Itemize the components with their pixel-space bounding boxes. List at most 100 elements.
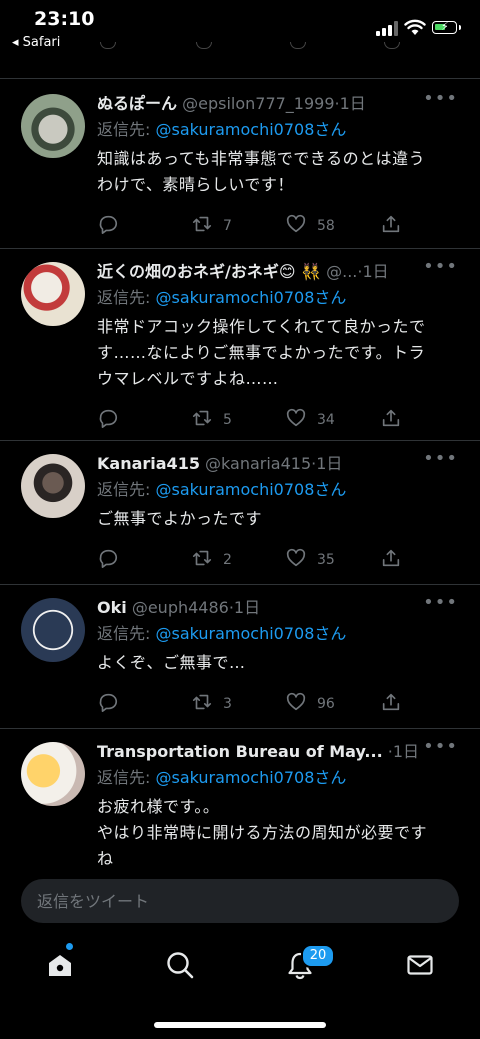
reply-button[interactable] xyxy=(97,406,129,434)
tweet[interactable]: Kanaria415 @kanaria415·1日 ••• 返信先: @saku… xyxy=(0,440,480,585)
wifi-icon xyxy=(404,19,426,35)
retweet-icon xyxy=(191,213,223,239)
retweet-button[interactable]: 3 xyxy=(191,690,232,718)
display-name[interactable]: Transportation Bureau of May... xyxy=(97,742,383,761)
more-icon[interactable]: ••• xyxy=(423,88,458,109)
tweet-age[interactable]: 1日 xyxy=(234,598,260,617)
tweet-text: 非常ドアコック操作してくれてて良かったで す……なによりご無事でよかったです。トラ… xyxy=(97,314,462,392)
reply-to-line: 返信先: @sakuramochi0708さん xyxy=(97,118,346,142)
battery-charging-icon: ⚡ xyxy=(432,20,461,34)
home-indicator[interactable] xyxy=(154,1022,326,1028)
tweet-text-line: よくぞ、ご無事で… xyxy=(97,653,246,672)
notifications-badge: 20 xyxy=(301,944,335,968)
reply-to-line: 返信先: @sakuramochi0708さん xyxy=(97,286,346,310)
reply-to-mention[interactable]: @sakuramochi0708さん xyxy=(155,288,346,307)
more-icon[interactable]: ••• xyxy=(423,592,458,613)
avatar[interactable] xyxy=(21,454,85,518)
tweet-text-line: わけで、素晴らしいです！ xyxy=(97,175,294,194)
reply-button[interactable] xyxy=(97,546,129,574)
tweet-age[interactable]: 1日 xyxy=(340,94,366,113)
retweet-button[interactable]: 5 xyxy=(191,406,232,434)
user-handle[interactable]: @... xyxy=(326,262,357,281)
tweet-header: 近くの畑のおネギ/おネギ😊 👯 @...·1日 xyxy=(97,260,436,284)
tweet-actions: 5 34 xyxy=(97,406,480,434)
share-icon xyxy=(380,407,412,433)
avatar[interactable] xyxy=(21,262,85,326)
reply-to-label: 返信先: xyxy=(97,624,156,643)
reply-to-line: 返信先: @sakuramochi0708さん xyxy=(97,478,346,502)
reply-button[interactable] xyxy=(97,690,129,718)
user-handle[interactable]: @epsilon777_1999 xyxy=(182,94,334,113)
tweet-header: ぬるぽーん @epsilon777_1999·1日 xyxy=(97,92,436,116)
retweet-icon xyxy=(191,547,223,573)
tweet[interactable]: Transportation Bureau of May... ·1日 ••• … xyxy=(0,728,480,878)
tweet-text-line: ご無事でよかったです xyxy=(97,509,263,528)
display-name[interactable]: ぬるぽーん xyxy=(97,94,177,113)
reply-icon xyxy=(97,547,129,573)
user-handle[interactable]: @euph4486 xyxy=(132,598,229,617)
tweet[interactable]: 近くの畑のおネギ/おネギ😊 👯 @...·1日 ••• 返信先: @sakura… xyxy=(0,248,480,441)
retweet-button[interactable]: 2 xyxy=(191,546,232,574)
like-icon xyxy=(285,213,317,239)
tweet-age[interactable]: 1日 xyxy=(393,742,419,761)
like-button[interactable]: 35 xyxy=(285,546,335,574)
reply-to-mention[interactable]: @sakuramochi0708さん xyxy=(155,768,346,787)
tweet-header: Transportation Bureau of May... ·1日 xyxy=(97,740,436,764)
reply-button[interactable] xyxy=(97,212,129,240)
reply-composer[interactable] xyxy=(21,879,459,923)
avatar[interactable] xyxy=(21,94,85,158)
tweet-text: 知識はあっても非常事態でできるのとは違う わけで、素晴らしいです！ xyxy=(97,146,462,198)
like-icon xyxy=(285,547,317,573)
tweet-text-line: お疲れ様です。。 xyxy=(97,797,220,816)
tweet-age[interactable]: 1日 xyxy=(316,454,342,473)
reply-to-mention[interactable]: @sakuramochi0708さん xyxy=(155,480,346,499)
more-icon[interactable]: ••• xyxy=(423,736,458,757)
display-name[interactable]: 近くの畑のおネギ/おネギ😊 👯 xyxy=(97,262,321,281)
display-name[interactable]: Kanaria415 xyxy=(97,454,200,473)
cellular-signal-icon xyxy=(376,21,398,36)
tweet-age[interactable]: 1日 xyxy=(362,262,388,281)
mail-icon xyxy=(407,955,433,975)
share-icon xyxy=(380,691,412,717)
share-button[interactable] xyxy=(380,406,412,434)
share-button[interactable] xyxy=(380,212,412,240)
status-time: 23:10 xyxy=(34,8,95,30)
like-count: 35 xyxy=(317,552,335,568)
avatar[interactable] xyxy=(21,598,85,662)
like-icon xyxy=(285,691,317,717)
retweet-count: 2 xyxy=(223,552,232,568)
more-icon[interactable]: ••• xyxy=(423,448,458,469)
reply-to-mention[interactable]: @sakuramochi0708さん xyxy=(155,120,346,139)
tweet[interactable]: ぬるぽーん @epsilon777_1999·1日 ••• 返信先: @saku… xyxy=(0,78,480,249)
reply-input[interactable] xyxy=(21,879,459,923)
display-name[interactable]: Oki xyxy=(97,598,127,617)
tab-home[interactable] xyxy=(40,945,80,985)
tweet-text-line: やはり非常時に開ける方法の周知が必要です xyxy=(97,823,428,842)
share-icon xyxy=(380,547,412,573)
share-button[interactable] xyxy=(380,546,412,574)
reply-icon xyxy=(97,691,129,717)
share-button[interactable] xyxy=(380,690,412,718)
tweet-text-line: ウマレベルですよね…… xyxy=(97,369,279,388)
tweet-header: Oki @euph4486·1日 xyxy=(97,596,436,620)
retweet-button[interactable]: 7 xyxy=(191,212,232,240)
like-button[interactable]: 58 xyxy=(285,212,335,240)
reply-to-label: 返信先: xyxy=(97,480,156,499)
like-button[interactable]: 96 xyxy=(285,690,335,718)
tweet[interactable]: Oki @euph4486·1日 ••• 返信先: @sakuramochi07… xyxy=(0,584,480,729)
avatar[interactable] xyxy=(21,742,85,806)
retweet-icon xyxy=(191,407,223,433)
reply-icon xyxy=(97,407,129,433)
reply-to-mention[interactable]: @sakuramochi0708さん xyxy=(155,624,346,643)
tab-messages[interactable] xyxy=(400,945,440,985)
retweet-count: 5 xyxy=(223,412,232,428)
more-icon[interactable]: ••• xyxy=(423,256,458,277)
like-icon xyxy=(285,407,317,433)
tweet-text-line: ね xyxy=(97,849,114,868)
tweet-text: よくぞ、ご無事で… xyxy=(97,650,462,676)
like-button[interactable]: 34 xyxy=(285,406,335,434)
user-handle[interactable]: @kanaria415 xyxy=(205,454,311,473)
tab-search[interactable] xyxy=(160,945,200,985)
tweet-header: Kanaria415 @kanaria415·1日 xyxy=(97,452,436,476)
tweet-actions: 7 58 xyxy=(97,212,480,240)
